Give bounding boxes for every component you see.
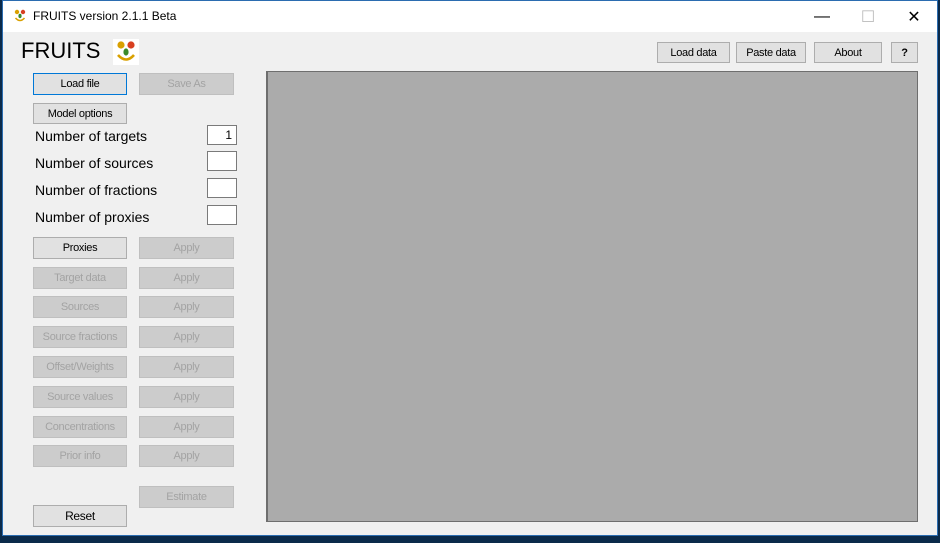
app-window: FRUITS version 2.1.1 Beta — ☐ ✕ FRUITS L… — [2, 0, 938, 536]
paste-data-button[interactable]: Paste data — [736, 42, 806, 63]
about-button[interactable]: About — [814, 42, 882, 63]
prior-info-button[interactable]: Prior info — [33, 445, 127, 467]
window-title: FRUITS version 2.1.1 Beta — [33, 9, 177, 23]
offset-weights-apply-button[interactable]: Apply — [139, 356, 234, 378]
number-of-fractions-label: Number of fractions — [35, 182, 158, 198]
proxies-apply-button[interactable]: Apply — [139, 237, 234, 259]
number-of-fractions-input[interactable] — [207, 178, 237, 198]
concentrations-apply-button[interactable]: Apply — [139, 416, 234, 438]
reset-button[interactable]: Reset — [33, 505, 127, 527]
number-of-proxies-input[interactable] — [207, 205, 237, 225]
minimize-button[interactable]: — — [799, 1, 845, 32]
target-data-apply-button[interactable]: Apply — [139, 267, 234, 289]
load-file-button[interactable]: Load file — [33, 73, 127, 95]
number-of-proxies-label: Number of proxies — [35, 209, 150, 225]
target-data-button[interactable]: Target data — [33, 267, 127, 289]
sources-button[interactable]: Sources — [33, 296, 127, 318]
maximize-button[interactable]: ☐ — [845, 1, 891, 32]
proxies-button[interactable]: Proxies — [33, 237, 127, 259]
load-data-button[interactable]: Load data — [657, 42, 730, 63]
title-bar: FRUITS version 2.1.1 Beta — ☐ ✕ — [3, 1, 937, 32]
close-button[interactable]: ✕ — [891, 1, 937, 32]
app-icon — [14, 9, 26, 22]
number-of-sources-label: Number of sources — [35, 155, 154, 171]
source-fractions-apply-button[interactable]: Apply — [139, 326, 234, 348]
offset-weights-button[interactable]: Offset/Weights — [33, 356, 127, 378]
number-of-sources-input[interactable] — [207, 151, 237, 171]
app-name: FRUITS — [21, 38, 101, 63]
fruits-logo-icon — [113, 39, 139, 65]
source-values-button[interactable]: Source values — [33, 386, 127, 408]
sources-apply-button[interactable]: Apply — [139, 296, 234, 318]
model-options-button[interactable]: Model options — [33, 103, 127, 124]
source-values-apply-button[interactable]: Apply — [139, 386, 234, 408]
number-of-targets-label: Number of targets — [35, 128, 148, 144]
help-button[interactable]: ? — [891, 42, 918, 63]
prior-info-apply-button[interactable]: Apply — [139, 445, 234, 467]
estimate-button[interactable]: Estimate — [139, 486, 234, 508]
number-of-targets-input[interactable]: 1 — [207, 125, 237, 145]
save-as-button[interactable]: Save As — [139, 73, 234, 95]
main-display-panel — [266, 71, 918, 522]
source-fractions-button[interactable]: Source fractions — [33, 326, 127, 348]
concentrations-button[interactable]: Concentrations — [33, 416, 127, 438]
